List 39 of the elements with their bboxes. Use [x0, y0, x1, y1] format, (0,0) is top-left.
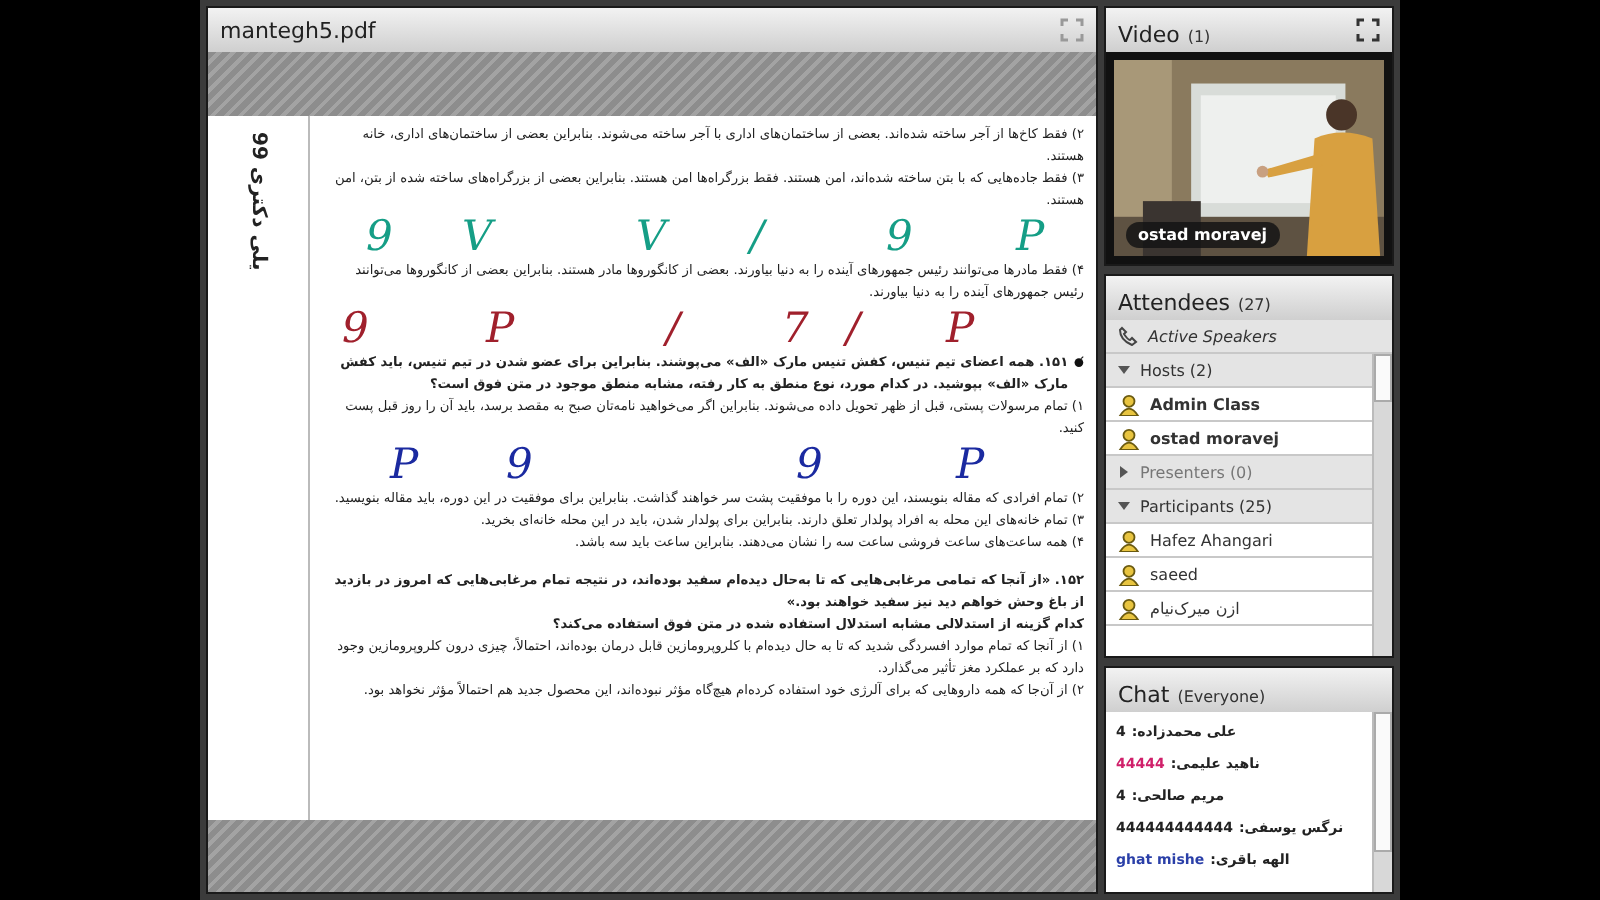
ink-mark: 9 — [366, 212, 393, 260]
speaker-name: ostad moravej — [1126, 222, 1280, 248]
active-speakers-row[interactable]: Active Speakers — [1106, 320, 1392, 354]
bomb-icon — [1074, 352, 1084, 372]
person-icon — [1118, 529, 1140, 551]
ink-mark: / — [750, 212, 765, 260]
pod-title: mantegh5.pdf — [220, 17, 376, 43]
ink-mark: 9 — [796, 440, 823, 488]
ink-mark: V — [462, 212, 493, 260]
ink-mark: 7 — [782, 304, 809, 352]
ink-mark: P — [390, 440, 419, 488]
person-icon — [1118, 427, 1140, 449]
ink-mark: / — [666, 304, 681, 352]
group-header[interactable]: Presenters (0) — [1106, 456, 1372, 490]
pod-title: Video — [1118, 21, 1180, 47]
pod-title: Attendees — [1118, 289, 1230, 315]
scrollbar-thumb[interactable] — [1374, 354, 1392, 402]
pod-title: Chat — [1118, 681, 1170, 707]
ink-mark: / — [846, 304, 861, 352]
chat-scope: (Everyone) — [1177, 687, 1266, 705]
scrollbar-thumb[interactable] — [1374, 712, 1392, 852]
person-icon — [1118, 393, 1140, 415]
side-label: یلی دکتری 99 — [247, 132, 269, 271]
group-header[interactable]: Participants (25) — [1106, 490, 1372, 524]
group-header[interactable]: Hosts (2) — [1106, 354, 1372, 388]
ink-mark: P — [946, 304, 975, 352]
ink-mark: 9 — [506, 440, 533, 488]
fullscreen-icon[interactable] — [1356, 18, 1380, 42]
ink-mark: 9 — [342, 304, 369, 352]
phone-icon — [1118, 326, 1138, 346]
ink-mark: V — [636, 212, 667, 260]
attendee-count: (27) — [1237, 295, 1271, 313]
ink-mark: P — [486, 304, 515, 352]
video-count: (1) — [1187, 27, 1211, 45]
ink-mark: P — [956, 440, 985, 488]
person-icon — [1118, 563, 1140, 585]
person-icon — [1118, 597, 1140, 619]
ink-mark: P — [1016, 212, 1045, 260]
ink-mark: 9 — [886, 212, 913, 260]
